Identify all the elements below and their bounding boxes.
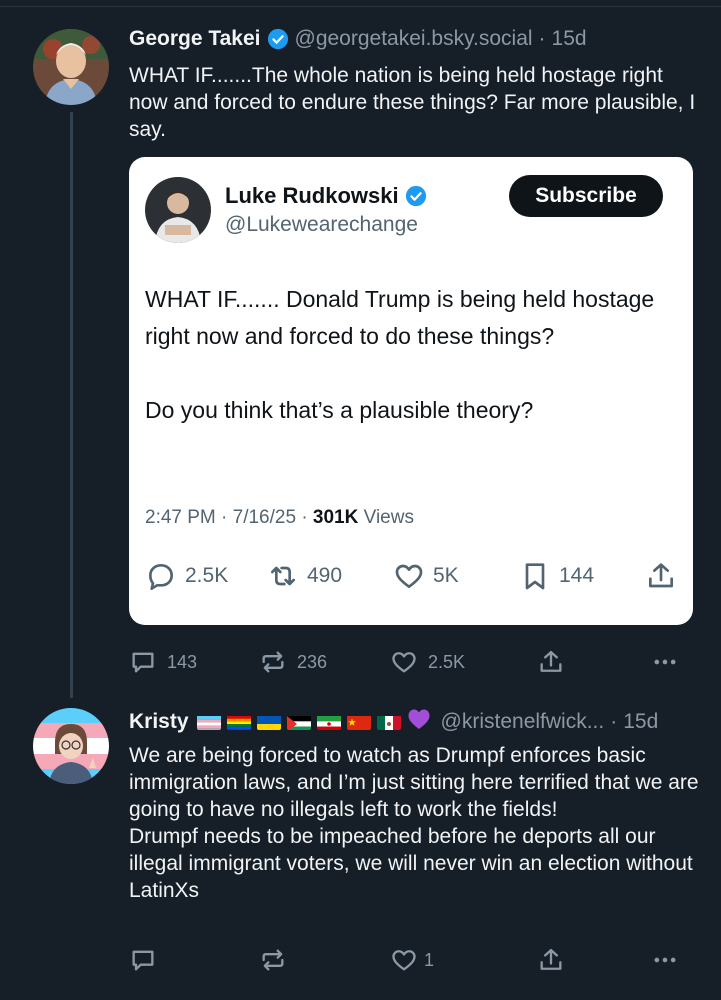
reply-button[interactable] [129, 946, 157, 974]
palestine-flag-icon [286, 714, 311, 730]
post-text: WHAT IF.......The whole nation is being … [129, 64, 696, 141]
post-action-bar: 1 [129, 946, 689, 976]
user-handle[interactable]: @georgetakei.bsky.social [295, 27, 533, 51]
share-icon [649, 563, 673, 588]
quoted-handle[interactable]: @Lukewearechange [225, 213, 418, 237]
thread-connector-line [70, 112, 73, 698]
quoted-repost-button[interactable]: 490 [267, 560, 342, 592]
reply-icon [149, 564, 173, 590]
purple-heart-icon [407, 708, 431, 736]
post-action-bar: 143 236 2.5K [129, 648, 689, 678]
more-dots-icon [654, 659, 676, 665]
quoted-repost-count: 490 [307, 564, 343, 587]
trans-flag-icon [196, 714, 221, 730]
repost-icon [271, 566, 295, 586]
reply-icon [132, 950, 154, 971]
quoted-views-count: 301K [312, 507, 359, 528]
quoted-bookmark-count: 144 [559, 564, 595, 587]
avatar[interactable] [33, 708, 109, 784]
quoted-post-card[interactable]: Luke Rudkowski @Lukewearechange Subscrib… [129, 157, 693, 625]
share-button[interactable] [537, 648, 565, 676]
heart-icon [392, 652, 416, 673]
like-count: 1 [424, 949, 435, 970]
rainbow-flag-icon [226, 714, 251, 730]
quoted-like-count: 5K [433, 564, 459, 587]
ukraine-flag-icon [256, 714, 281, 730]
user-handle[interactable]: @kristenelfwick... [441, 710, 605, 734]
share-icon [540, 948, 562, 970]
separator-dot: · [538, 27, 546, 50]
more-options-button[interactable] [651, 946, 679, 974]
bookmark-icon [525, 563, 545, 590]
post-time[interactable]: 15d [552, 27, 587, 51]
repost-icon [262, 949, 284, 971]
top-divider [0, 6, 721, 7]
heart-icon [392, 950, 416, 971]
quoted-timestamp: 2:47 PM · 7/16/25 · [145, 507, 313, 528]
post-header: Kristy @kristenelfwick... · 15d [129, 708, 658, 736]
repost-button[interactable] [259, 946, 287, 974]
mexico-flag-icon [376, 714, 401, 730]
quoted-verified-badge-icon [405, 185, 426, 207]
quoted-display-name[interactable]: Luke Rudkowski [225, 183, 399, 209]
more-dots-icon [654, 957, 676, 963]
post-time[interactable]: 15d [623, 710, 658, 734]
quoted-reply-count: 2.5K [185, 564, 229, 587]
quoted-post-meta: 2:47 PM · 7/16/25 · 301K Views [145, 507, 414, 529]
more-options-button[interactable] [651, 648, 679, 676]
quoted-bookmark-button[interactable]: 144 [519, 560, 594, 592]
avatar[interactable] [33, 29, 109, 105]
share-icon [540, 650, 562, 672]
display-name[interactable]: George Takei [129, 27, 261, 51]
quoted-like-button[interactable]: 5K [393, 560, 459, 592]
share-button[interactable] [537, 946, 565, 974]
reply-count: 143 [167, 651, 198, 672]
repost-button[interactable]: 236 [259, 648, 327, 676]
verified-badge-icon [267, 28, 288, 50]
like-button[interactable]: 1 [390, 946, 434, 974]
display-name[interactable]: Kristy [129, 710, 189, 734]
name-emoji-flags [196, 708, 431, 736]
separator-dot: · [610, 710, 618, 733]
china-flag-icon [346, 714, 371, 730]
quoted-display-name-row: Luke Rudkowski [225, 183, 427, 209]
quoted-action-bar: 2.5K 490 5K 144 [145, 560, 679, 594]
quoted-post-text: WHAT IF....... Donald Trump is being hel… [145, 286, 655, 423]
repost-icon [262, 651, 284, 673]
avatar-image [33, 708, 109, 784]
post-text: We are being forced to watch as Drumpf e… [129, 744, 699, 902]
like-count: 2.5K [428, 651, 466, 672]
quoted-views-label: Views [358, 507, 414, 528]
iran-flag-icon [316, 714, 341, 730]
like-button[interactable]: 2.5K [390, 648, 465, 676]
post-header: George Takei @georgetakei.bsky.social · … [129, 27, 587, 51]
repost-count: 236 [297, 651, 328, 672]
quoted-share-button[interactable] [645, 560, 677, 592]
subscribe-button[interactable]: Subscribe [509, 175, 663, 217]
quoted-avatar[interactable] [145, 177, 211, 243]
heart-icon [395, 564, 423, 588]
reply-icon [132, 652, 154, 673]
reply-button[interactable]: 143 [129, 648, 197, 676]
avatar-image [33, 29, 109, 105]
quoted-avatar-image [145, 177, 211, 243]
quoted-reply-button[interactable]: 2.5K [145, 560, 228, 592]
